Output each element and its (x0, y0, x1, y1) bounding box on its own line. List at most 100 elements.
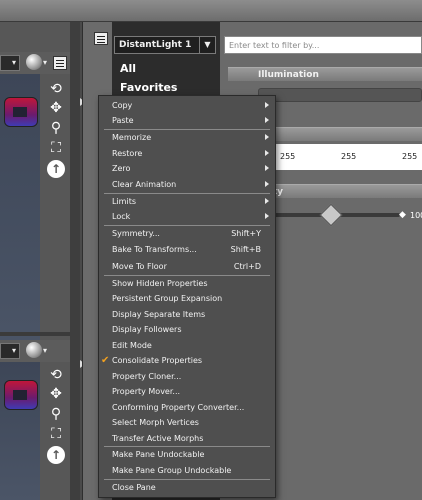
menu-item-label: Copy (112, 101, 133, 110)
menu-item-paste[interactable]: Paste (99, 113, 275, 128)
menu-item-bake-to-transforms[interactable]: Bake To Transforms... Shift+B (99, 242, 275, 257)
menu-item-display-separate-items[interactable]: Display Separate Items (99, 307, 275, 322)
menu-item-persistent-group-expansion[interactable]: Persistent Group Expansion (99, 291, 275, 306)
viewport-toolbar-bottom: ▾ ▾ (0, 340, 80, 362)
menu-item-lock[interactable]: Lock (99, 209, 275, 224)
reset-view-icon[interactable]: ↑ (47, 160, 65, 178)
menu-item-label: Bake To Transforms... (112, 245, 197, 254)
submenu-arrow-icon (265, 181, 269, 187)
menu-item-conforming-property-converter[interactable]: Conforming Property Converter... (99, 400, 275, 415)
menu-item-label: Make Pane Group Undockable (112, 466, 232, 475)
menu-item-label: Conforming Property Converter... (112, 403, 245, 412)
orbit-icon[interactable]: ⟲ (47, 366, 65, 384)
scene-object[interactable] (4, 97, 38, 127)
viewport-3d-top[interactable] (0, 74, 40, 352)
orbit-icon[interactable]: ⟲ (47, 80, 65, 98)
submenu-arrow-icon (265, 198, 269, 204)
illumination-property-bar[interactable] (258, 88, 422, 102)
menu-item-label: Persistent Group Expansion (112, 294, 223, 303)
menu-item-label: Lock (112, 212, 131, 221)
menu-item-limits[interactable]: Limits (99, 194, 275, 209)
menu-item-label: Property Cloner... (112, 372, 182, 381)
menu-item-symmetry[interactable]: Symmetry... Shift+Y (99, 226, 275, 241)
pan-move-icon[interactable]: ✥ (47, 99, 65, 117)
menu-item-select-morph-vertices[interactable]: Select Morph Vertices (99, 415, 275, 430)
menu-item-clear-animation[interactable]: Clear Animation (99, 177, 275, 192)
zoom-magnifier-icon[interactable]: ⚲ (47, 119, 65, 137)
menu-item-move-to-floor[interactable]: Move To Floor Ctrl+D (99, 259, 275, 274)
panel-splitter[interactable] (70, 22, 80, 500)
pane-options-menu-icon[interactable] (94, 32, 108, 45)
menu-item-zero[interactable]: Zero (99, 161, 275, 176)
zoom-magnifier-icon[interactable]: ⚲ (47, 405, 65, 423)
menu-item-label: Symmetry... (112, 229, 160, 238)
viewport-divider[interactable] (0, 332, 80, 336)
menu-item-label: Show Hidden Properties (112, 279, 208, 288)
intensity-value: 100 (410, 211, 422, 220)
category-all[interactable]: All (112, 59, 220, 78)
submenu-arrow-icon (265, 213, 269, 219)
viewport-toolbar-top: ▾ ▾ (0, 52, 80, 74)
viewport-menu-icon[interactable] (53, 56, 67, 70)
menu-item-label: Restore (112, 149, 143, 158)
menu-item-label: Paste (112, 116, 134, 125)
menu-item-label: Display Separate Items (112, 310, 206, 319)
submenu-arrow-icon (265, 117, 269, 123)
menu-item-consolidate-properties[interactable]: Consolidate Properties (99, 353, 275, 368)
menu-item-edit-mode[interactable]: Edit Mode (99, 338, 275, 353)
menu-item-label: Edit Mode (112, 341, 152, 350)
menu-item-make-pane-undockable[interactable]: Make Pane Undockable (99, 447, 275, 462)
menu-item-restore[interactable]: Restore (99, 146, 275, 161)
menu-item-label: Move To Floor (112, 262, 167, 271)
menu-item-property-mover[interactable]: Property Mover... (99, 384, 275, 399)
viewport-camera-dropdown[interactable]: ▾ (0, 55, 20, 71)
pan-move-icon[interactable]: ✥ (47, 385, 65, 403)
scene-object[interactable] (4, 380, 38, 410)
viewport-camera-dropdown[interactable]: ▾ (0, 343, 20, 359)
menu-item-copy[interactable]: Copy (99, 98, 275, 113)
draw-style-sphere-icon[interactable] (26, 342, 42, 358)
window-top-bar (0, 0, 422, 22)
submenu-arrow-icon (265, 102, 269, 108)
checkmark-icon: ✔ (101, 355, 110, 366)
submenu-arrow-icon (265, 134, 269, 140)
menu-item-shortcut: Shift+Y (231, 229, 261, 238)
menu-item-label: Property Mover... (112, 387, 181, 396)
menu-item-label: Select Morph Vertices (112, 418, 199, 427)
menu-item-shortcut: Ctrl+D (233, 262, 261, 271)
menu-item-show-hidden-properties[interactable]: Show Hidden Properties (99, 276, 275, 291)
color-blue-value: 255 (402, 152, 418, 161)
menu-item-label: Clear Animation (112, 180, 177, 189)
menu-item-label: Zero (112, 164, 131, 173)
node-selector-value: DistantLight 1 (119, 40, 192, 50)
frame-selection-icon[interactable]: ⛶ (47, 139, 65, 157)
chevron-down-icon[interactable]: ▼ (199, 37, 215, 53)
section-header-illumination[interactable]: Illumination (228, 67, 422, 81)
draw-style-sphere-icon[interactable] (26, 54, 42, 70)
chevron-down-icon[interactable]: ▾ (43, 346, 47, 355)
menu-item-property-cloner[interactable]: Property Cloner... (99, 369, 275, 384)
viewport-3d-bottom[interactable] (0, 362, 40, 500)
menu-item-transfer-active-morphs[interactable]: Transfer Active Morphs (99, 431, 275, 446)
node-selector-dropdown[interactable]: DistantLight 1 ▼ (114, 36, 216, 54)
viewport-panel: ▾ ▾ ⟲ ✥ ⚲ ⛶ ↑ ▾ ▾ ⟲ ✥ ⚲ ⛶ ↑ (0, 22, 80, 500)
filter-input[interactable] (224, 36, 422, 54)
menu-item-display-followers[interactable]: Display Followers (99, 322, 275, 337)
menu-item-memorize[interactable]: Memorize (99, 130, 275, 145)
chevron-down-icon[interactable]: ▾ (43, 58, 47, 67)
menu-item-label: Display Followers (112, 325, 182, 334)
color-green-value: 255 (341, 152, 357, 161)
menu-item-make-pane-group-undockable[interactable]: Make Pane Group Undockable (99, 463, 275, 478)
menu-item-label: Transfer Active Morphs (112, 434, 204, 443)
menu-item-label: Consolidate Properties (112, 356, 203, 365)
menu-item-label: Make Pane Undockable (112, 450, 205, 459)
frame-selection-icon[interactable]: ⛶ (47, 425, 65, 443)
submenu-arrow-icon (265, 150, 269, 156)
color-red-value: 255 (280, 152, 296, 161)
slider-step-dot-icon[interactable]: ◆ (399, 210, 406, 220)
menu-item-label: Close Pane (112, 483, 156, 492)
menu-item-label: Limits (112, 197, 136, 206)
submenu-arrow-icon (265, 165, 269, 171)
reset-view-icon[interactable]: ↑ (47, 446, 65, 464)
menu-item-close-pane[interactable]: Close Pane (99, 480, 275, 495)
